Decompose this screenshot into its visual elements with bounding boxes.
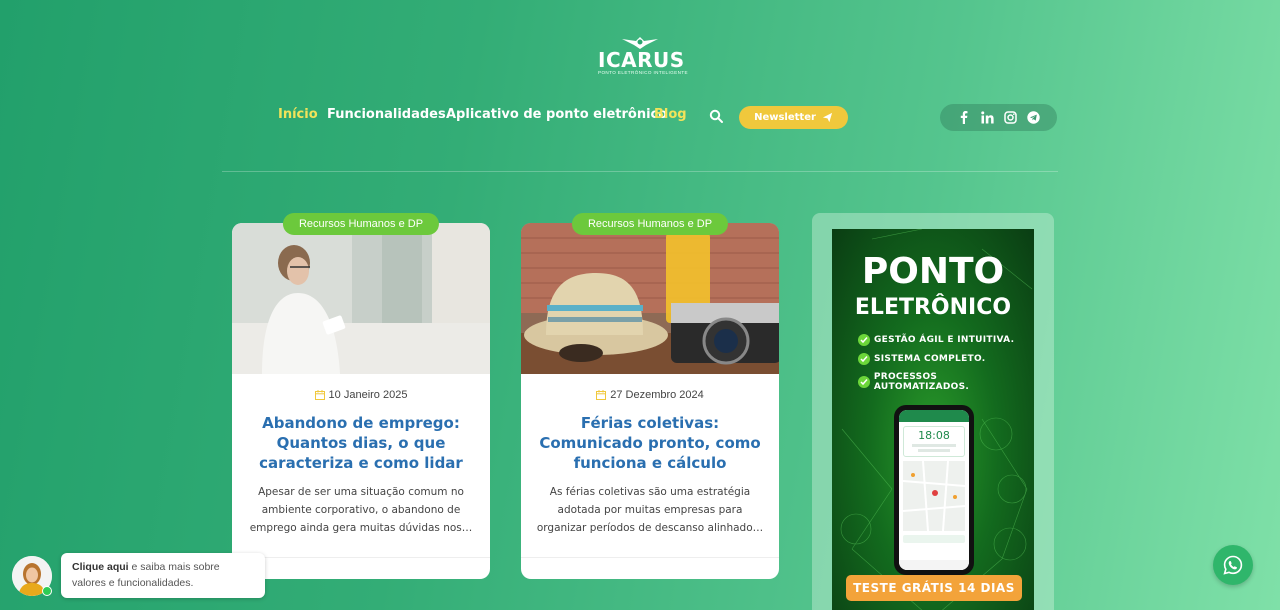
nav-item-inicio[interactable]: Início — [278, 107, 318, 122]
blog-card[interactable]: Recursos Humanos e DP 10 Janeiro 2025 Ab… — [232, 213, 490, 579]
site-logo[interactable]: ICARUS PONTO ELETRÔNICO INTELIGENTE — [598, 36, 688, 76]
header-divider — [222, 171, 1058, 172]
whatsapp-button[interactable] — [1213, 545, 1253, 585]
phone-mockup: 18:08 — [894, 405, 974, 575]
chat-prompt[interactable]: Clique aqui e saiba mais sobre valores e… — [61, 553, 265, 598]
phone-screen: 18:08 — [899, 410, 969, 570]
check-icon — [858, 353, 870, 365]
ad-bullet: SISTEMA COMPLETO. — [858, 353, 985, 365]
post-title[interactable]: Abandono de emprego: Quantos dias, o que… — [248, 413, 474, 473]
chat-prompt-text-2: valores e funcionalidades. — [72, 577, 194, 589]
nav-item-funcionalidades[interactable]: Funcionalidades — [327, 107, 446, 122]
ad-bullet: GESTÃO ÁGIL E INTUITIVA. — [858, 334, 1014, 346]
post-thumbnail[interactable] — [232, 223, 490, 374]
check-icon — [858, 376, 870, 388]
post-date: 10 Janeiro 2025 — [232, 389, 490, 401]
post-excerpt: As férias coletivas são uma estratégia a… — [536, 486, 764, 534]
paper-plane-icon — [822, 112, 832, 123]
calendar-icon — [596, 390, 607, 400]
post-excerpt: Apesar de ser uma situação comum no ambi… — [249, 486, 473, 534]
ad-bullet-text: SISTEMA COMPLETO. — [874, 354, 986, 364]
blog-card[interactable]: Recursos Humanos e DP 27 Dezembro 2024 F… — [521, 213, 779, 579]
newsletter-label: Newsletter — [754, 112, 816, 123]
check-icon — [858, 334, 870, 346]
telegram-icon[interactable] — [1026, 111, 1040, 125]
social-links — [940, 104, 1057, 131]
nav-item-blog[interactable]: Blog — [654, 107, 687, 122]
card-divider — [232, 557, 490, 558]
phone-clock: 18:08 — [918, 429, 950, 442]
chat-prompt-strong: Clique aqui — [72, 561, 129, 573]
calendar-icon — [314, 390, 325, 400]
brand-name: ICARUS — [598, 48, 685, 72]
whatsapp-icon — [1223, 555, 1243, 575]
ponto-eletronico-banner[interactable]: PONTO ELETRÔNICO GESTÃO ÁGIL E INTUITIVA… — [832, 229, 1034, 610]
brand-tagline: PONTO ELETRÔNICO INTELIGENTE — [598, 70, 688, 75]
search-icon[interactable] — [709, 109, 724, 124]
post-thumbnail[interactable] — [521, 223, 779, 374]
ad-bullet-text: PROCESSOS AUTOMATIZADOS. — [873, 372, 970, 392]
newsletter-button[interactable]: Newsletter — [739, 106, 848, 129]
free-trial-button[interactable]: TESTE GRÁTIS 14 DIAS — [846, 575, 1022, 601]
category-badge[interactable]: Recursos Humanos e DP — [571, 213, 729, 235]
post-title[interactable]: Férias coletivas: Comunicado pronto, com… — [537, 413, 763, 473]
linkedin-icon[interactable] — [980, 111, 994, 125]
card-divider — [521, 557, 779, 558]
online-status-dot — [42, 586, 52, 596]
ad-bullet: PROCESSOS AUTOMATIZADOS. — [858, 372, 1034, 392]
nav-item-aplicativo[interactable]: Aplicativo de ponto eletrônico — [446, 107, 667, 122]
post-date-text: 10 Janeiro 2025 — [328, 389, 408, 401]
facebook-icon[interactable] — [957, 111, 971, 125]
instagram-icon[interactable] — [1003, 111, 1017, 125]
ad-headline-2: ELETRÔNICO — [854, 295, 1012, 320]
category-badge[interactable]: Recursos Humanos e DP — [282, 213, 440, 235]
ad-headline-1: PONTO — [861, 251, 1005, 292]
chat-prompt-text: e saiba mais sobre — [128, 561, 220, 573]
post-date-text: 27 Dezembro 2024 — [610, 389, 704, 401]
map-view — [902, 460, 966, 532]
ad-bullet-text: GESTÃO ÁGIL E INTUITIVA. — [874, 335, 1015, 345]
post-date: 27 Dezembro 2024 — [521, 389, 779, 401]
